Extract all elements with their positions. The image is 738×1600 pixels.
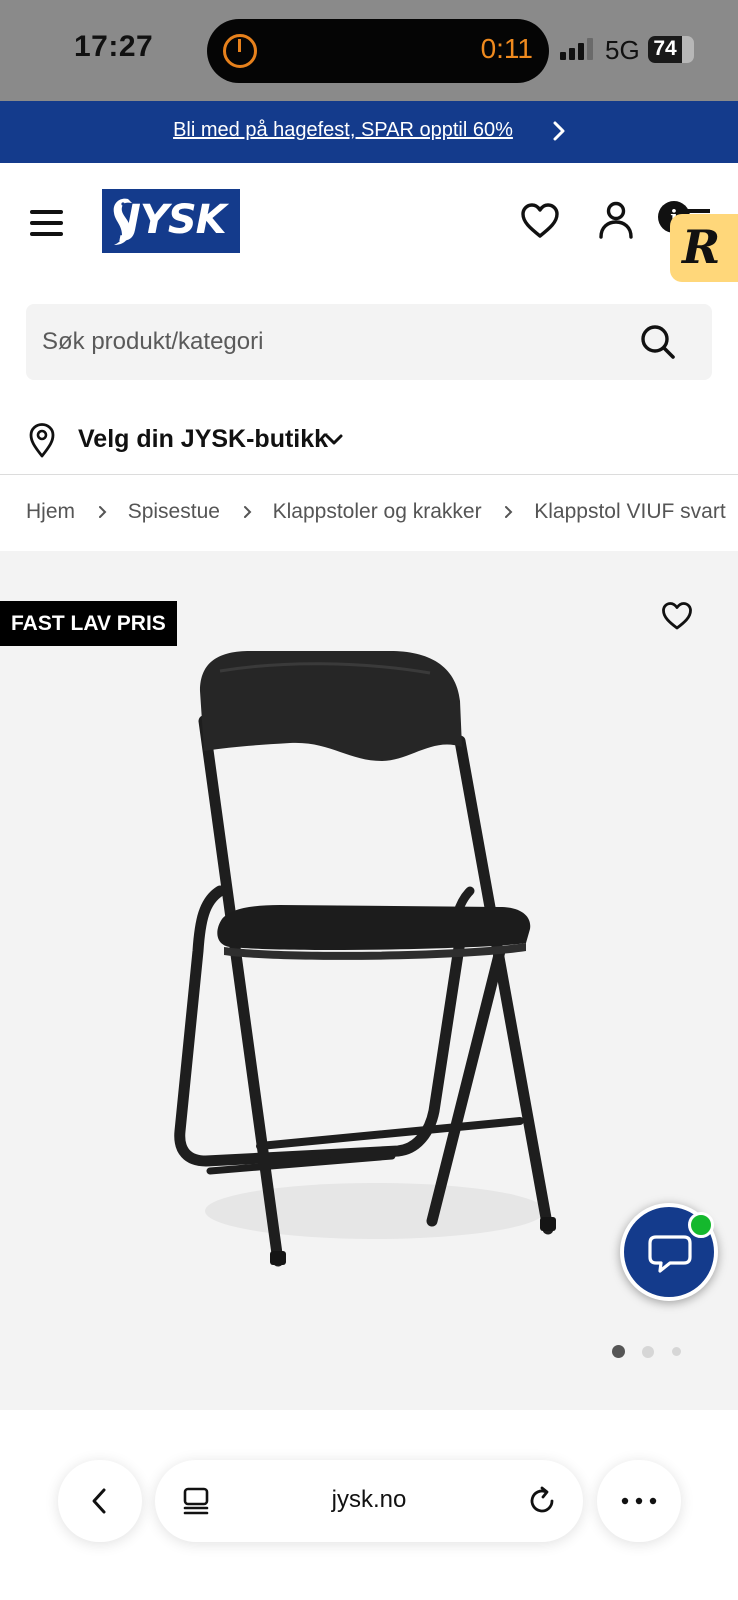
gallery-dot[interactable] bbox=[642, 1345, 654, 1358]
timer-readout: 0:11 bbox=[480, 33, 533, 64]
address-bar[interactable]: jysk.no bbox=[155, 1460, 583, 1542]
status-bar: 17:27 0:11 5G 74 bbox=[0, 0, 738, 101]
page: 17:27 0:11 5G 74 Bli med på hagefest, SP… bbox=[0, 0, 738, 1600]
chevron-down-icon bbox=[325, 434, 343, 445]
store-selector-label: Velg din JYSK-butikk bbox=[78, 425, 329, 453]
chat-bubble-icon bbox=[648, 1235, 692, 1273]
hamburger-menu-icon[interactable] bbox=[30, 210, 63, 236]
timer-icon bbox=[223, 34, 257, 68]
gallery-pagination bbox=[612, 1344, 692, 1360]
search-bar bbox=[26, 304, 712, 380]
search-icon[interactable] bbox=[638, 322, 678, 362]
gallery-dot[interactable] bbox=[672, 1347, 681, 1356]
location-pin-icon bbox=[29, 423, 55, 458]
chevron-right-icon bbox=[243, 506, 252, 519]
breadcrumb-item-dining[interactable]: Spisestue bbox=[128, 500, 220, 524]
site-header: JYSK i R bbox=[0, 163, 738, 283]
breadcrumb-item-current: Klappstol VIUF svart bbox=[534, 500, 726, 524]
more-options-button[interactable] bbox=[597, 1460, 681, 1542]
chevron-right-icon bbox=[553, 121, 565, 141]
logo-text: JYSK bbox=[126, 197, 227, 243]
signal-icon bbox=[560, 38, 596, 60]
breadcrumb-item-folding-chairs[interactable]: Klappstoler og krakker bbox=[273, 500, 482, 524]
back-button[interactable] bbox=[58, 1460, 142, 1542]
price-badge: FAST LAV PRIS bbox=[0, 601, 177, 646]
url-text[interactable]: jysk.no bbox=[155, 1486, 583, 1514]
extension-badge[interactable]: R bbox=[670, 214, 738, 282]
dynamic-island[interactable]: 0:11 bbox=[207, 19, 549, 83]
reload-icon[interactable] bbox=[525, 1484, 559, 1518]
chevron-left-icon bbox=[92, 1488, 106, 1514]
breadcrumb-item-home[interactable]: Hjem bbox=[26, 500, 75, 524]
product-gallery[interactable]: FAST LAV PRIS bbox=[0, 551, 738, 1410]
heart-icon[interactable] bbox=[518, 199, 562, 243]
product-image-folding-chair bbox=[174, 651, 556, 1267]
divider bbox=[0, 474, 738, 475]
search-input[interactable] bbox=[42, 304, 622, 380]
breadcrumb: Hjem Spisestue Klappstoler og krakker Kl… bbox=[26, 500, 726, 530]
chevron-right-icon bbox=[505, 506, 513, 519]
battery-level: 74 bbox=[653, 37, 677, 60]
jysk-logo[interactable]: JYSK bbox=[102, 189, 240, 253]
online-status-dot bbox=[688, 1212, 714, 1238]
browser-toolbar: jysk.no bbox=[0, 1410, 738, 1600]
chevron-right-icon bbox=[98, 506, 107, 519]
extension-badge-label: R bbox=[682, 220, 721, 274]
promo-banner[interactable]: Bli med på hagefest, SPAR opptil 60% bbox=[0, 101, 738, 163]
more-dots-icon bbox=[621, 1497, 657, 1505]
status-time: 17:27 bbox=[74, 30, 154, 63]
user-icon[interactable] bbox=[594, 199, 638, 243]
gallery-dot[interactable] bbox=[612, 1345, 625, 1358]
promo-link[interactable]: Bli med på hagefest, SPAR opptil 60% bbox=[0, 119, 686, 142]
network-type: 5G bbox=[605, 35, 640, 65]
heart-icon[interactable] bbox=[660, 599, 694, 633]
store-selector[interactable]: Velg din JYSK-butikk bbox=[26, 418, 366, 464]
battery-icon: 74 bbox=[648, 36, 694, 63]
